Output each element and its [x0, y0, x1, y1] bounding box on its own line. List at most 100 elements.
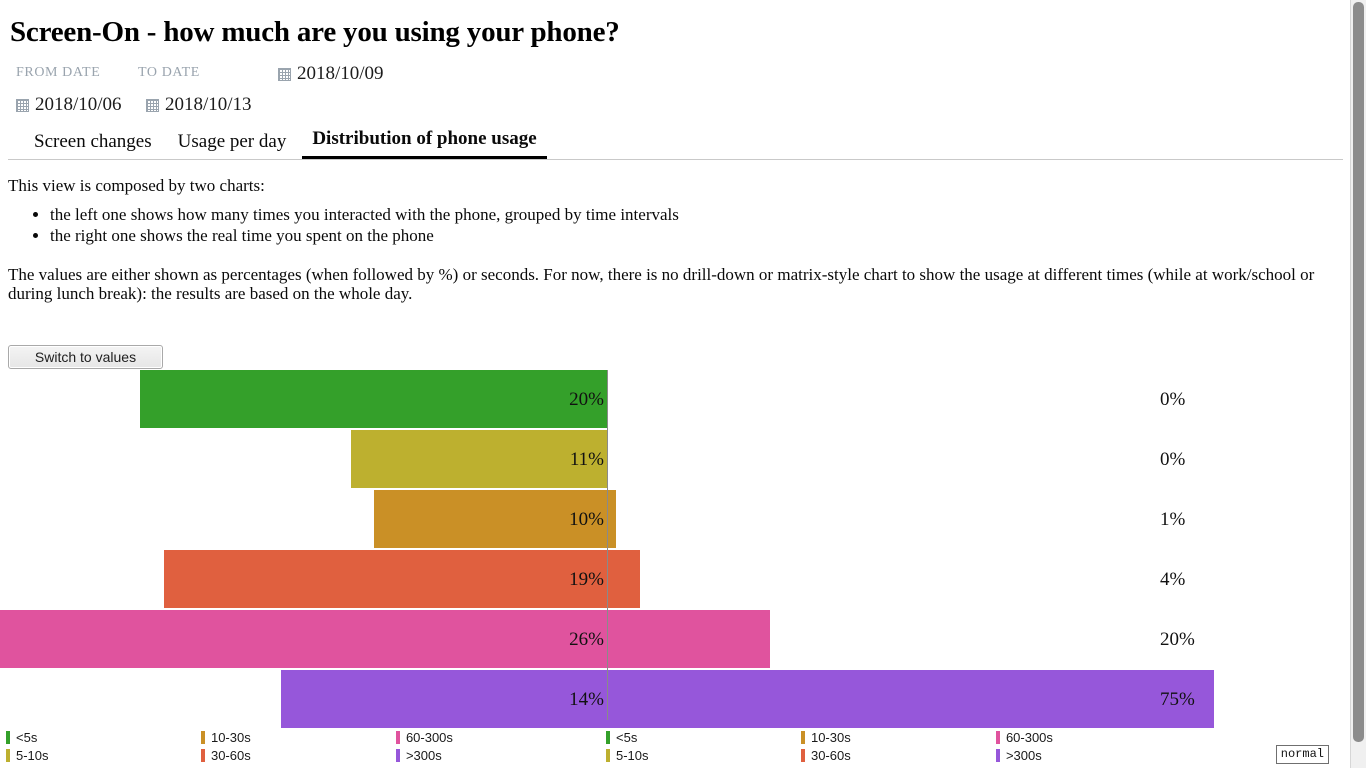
calendar-icon — [16, 98, 29, 112]
legend-swatch-icon — [995, 730, 1000, 744]
chart-left-value-labels: 20% 11% 10% 19% 26% 14% — [556, 370, 604, 720]
legend-swatch-icon — [606, 730, 610, 744]
legend-item[interactable]: 30-60s — [200, 746, 396, 764]
value-label-slot: 20% — [1160, 610, 1220, 670]
chart-bar-row — [607, 550, 1215, 610]
chart-bar-row — [607, 490, 1215, 550]
bar-value-label: 1% — [1160, 509, 1186, 530]
legend-right: <5s 10-30s 60-300s 5-10s 30-60s >300s — [606, 728, 1191, 766]
legend-swatch-icon — [395, 748, 400, 762]
legend-label: 10-30s — [210, 729, 251, 745]
legend-label: <5s — [16, 729, 38, 745]
value-label-slot: 10% — [556, 490, 604, 550]
legend-item[interactable]: 60-300s — [995, 728, 1191, 746]
value-label-slot: 0% — [1160, 430, 1220, 490]
to-date-field[interactable]: 2018/10/13 — [146, 94, 276, 116]
bar-value-label: 14% — [569, 689, 604, 710]
legend-swatch-icon — [200, 748, 205, 762]
bar-gt300s[interactable] — [608, 670, 1214, 728]
scrollbar-thumb[interactable] — [1353, 2, 1364, 742]
bar-value-label: 4% — [1160, 569, 1186, 590]
value-label-slot: 14% — [556, 670, 604, 730]
legend-item[interactable]: >300s — [995, 746, 1191, 764]
chart-right-value-labels: 0% 0% 1% 4% 20% 75% — [1160, 370, 1220, 720]
from-date-value: 2018/10/06 — [35, 94, 122, 115]
bar-60-300s[interactable] — [0, 610, 608, 668]
legend-item[interactable]: 60-300s — [395, 728, 591, 746]
value-label-slot: 75% — [1160, 670, 1220, 730]
legend-item[interactable]: <5s — [6, 728, 201, 746]
bar-10-30s[interactable] — [608, 490, 617, 548]
chart-bar-row — [0, 610, 608, 670]
chart-bar-row — [607, 430, 1215, 490]
legend-swatch-icon — [800, 730, 805, 744]
description-bullet-list: the left one shows how many times you in… — [8, 205, 1343, 245]
legend-swatch-icon — [606, 748, 610, 762]
legend-swatch-icon — [6, 748, 10, 762]
calendar-icon — [278, 67, 291, 81]
description-intro: This view is composed by two charts: — [8, 176, 265, 195]
legend-item[interactable]: <5s — [606, 728, 801, 746]
value-label-slot: 0% — [1160, 370, 1220, 430]
page-content: Screen-On - how much are you using your … — [0, 0, 1351, 768]
description-note: The values are either shown as percentag… — [8, 265, 1315, 304]
bar-30-60s[interactable] — [163, 550, 608, 608]
to-date-value: 2018/10/13 — [165, 94, 252, 115]
date-values-row: 2018/10/06 2018/10/13 — [8, 94, 1343, 116]
chart-bar-row — [0, 550, 608, 610]
legend-label: >300s — [1005, 747, 1042, 763]
legend-label: <5s — [616, 729, 638, 745]
value-label-slot: 26% — [556, 610, 604, 670]
legend-label: 10-30s — [810, 729, 851, 745]
chart-bar-row — [607, 610, 1215, 670]
chart-bar-row — [0, 430, 608, 490]
switch-to-values-button[interactable]: Switch to values — [8, 345, 163, 369]
legend-item[interactable]: 10-30s — [800, 728, 996, 746]
bar-value-label: 0% — [1160, 389, 1186, 410]
value-label-slot: 19% — [556, 550, 604, 610]
legend-label: 30-60s — [810, 747, 851, 763]
legend-label: 5-10s — [616, 747, 649, 763]
bar-value-label: 19% — [569, 569, 604, 590]
legend-label: 5-10s — [16, 747, 49, 763]
legend-left: <5s 10-30s 60-300s 5-10s 30-60s >300s — [6, 728, 591, 766]
vertical-scrollbar[interactable] — [1350, 0, 1366, 768]
legend-item[interactable]: >300s — [395, 746, 591, 764]
from-date-field[interactable]: 2018/10/06 — [8, 94, 146, 116]
selected-date-field[interactable]: 2018/10/09 — [278, 63, 384, 85]
value-label-slot: 11% — [556, 430, 604, 490]
bar-60-300s[interactable] — [608, 610, 770, 668]
bar-value-label: 0% — [1160, 449, 1186, 470]
value-label-slot: 20% — [556, 370, 604, 430]
status-badge: normal — [1275, 745, 1329, 764]
page-title: Screen-On - how much are you using your … — [10, 16, 620, 48]
legend-label: 60-300s — [1005, 729, 1053, 745]
chart-interaction-counts — [0, 370, 608, 728]
legend-swatch-icon — [6, 730, 10, 744]
value-label-slot: 1% — [1160, 490, 1220, 550]
bar-value-label: 26% — [569, 629, 604, 650]
legend-item[interactable]: 5-10s — [606, 746, 801, 764]
legend-item[interactable]: 30-60s — [800, 746, 996, 764]
legend-label: >300s — [405, 747, 442, 763]
bar-value-label: 20% — [569, 389, 604, 410]
legend-swatch-icon — [800, 748, 805, 762]
from-date-label: FROM DATE — [16, 65, 101, 80]
legend-item[interactable]: 5-10s — [6, 746, 201, 764]
tab-screen-changes[interactable]: Screen changes — [24, 131, 162, 159]
bar-value-label: 11% — [569, 449, 604, 470]
tab-bar: Screen changes Usage per day Distributio… — [8, 127, 1343, 160]
chart-time-spent — [607, 370, 1215, 728]
bar-lt5s[interactable] — [140, 370, 608, 428]
bar-value-label: 20% — [1160, 629, 1195, 650]
chart-bar-row — [0, 670, 608, 730]
legend-item[interactable]: 10-30s — [200, 728, 396, 746]
tab-usage-per-day[interactable]: Usage per day — [168, 131, 297, 159]
tab-distribution-of-phone-usage[interactable]: Distribution of phone usage — [302, 128, 547, 159]
legend-swatch-icon — [395, 730, 400, 744]
chart-bar-row — [0, 370, 608, 430]
bar-30-60s[interactable] — [608, 550, 641, 608]
legend-swatch-icon — [200, 730, 205, 744]
legend-label: 30-60s — [210, 747, 251, 763]
calendar-icon — [146, 98, 159, 112]
